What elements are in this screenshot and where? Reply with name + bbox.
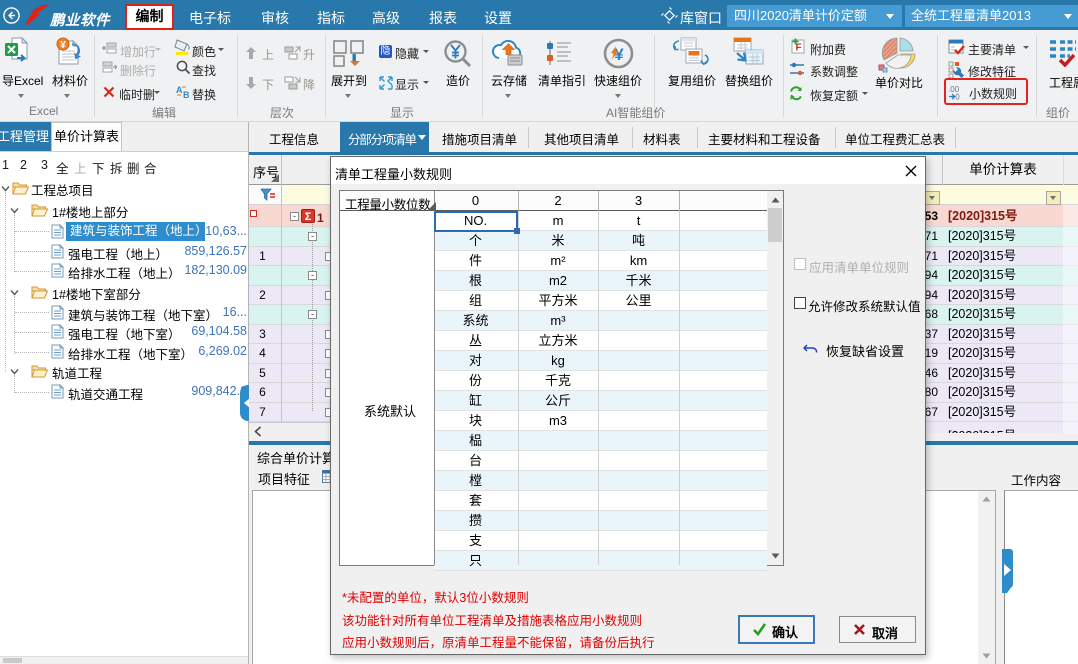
svg-text:¥: ¥ xyxy=(60,40,66,51)
svg-text:B: B xyxy=(183,90,190,99)
svg-text:A: A xyxy=(176,85,183,95)
